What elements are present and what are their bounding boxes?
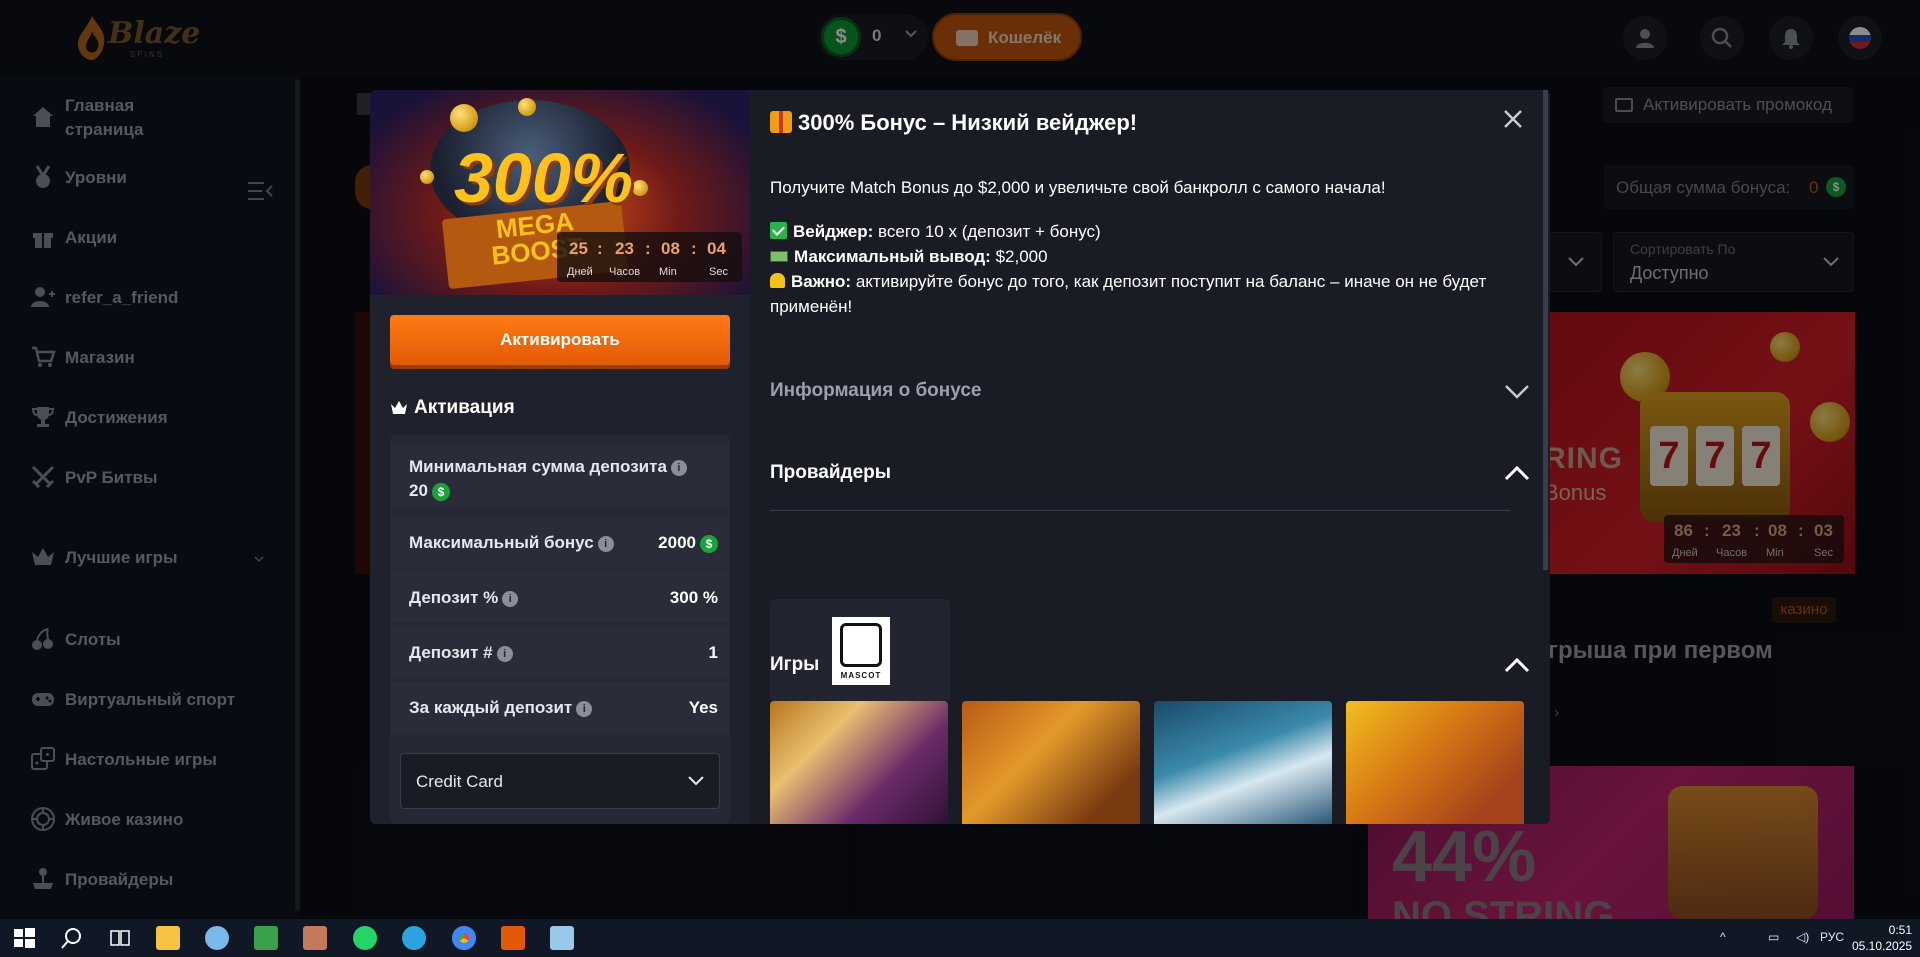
chrome-icon[interactable] [452, 926, 476, 950]
providers-accordion[interactable]: Провайдеры [770, 454, 1530, 494]
language-indicator[interactable]: РУС [1820, 930, 1844, 944]
timer-label: Дней [567, 266, 593, 278]
spreadsheet-icon[interactable] [254, 926, 278, 950]
accordion-label: Игры [770, 654, 820, 675]
wager-line: Вейджер: всего 10 x (депозит + бонус) [770, 222, 1101, 242]
app-icon[interactable] [205, 926, 229, 950]
windows-start-icon[interactable] [12, 926, 36, 950]
chevron-down-icon [688, 776, 704, 786]
activation-title: Активация [414, 397, 515, 418]
chevron-up-icon [1504, 465, 1530, 481]
timer-sep: : [691, 239, 697, 258]
divider [770, 510, 1510, 511]
bonus-description: Получите Match Bonus до $2,000 и увеличь… [770, 178, 1386, 197]
search-icon[interactable] [60, 926, 84, 950]
bonus-banner: 300% MEGA BOOST 25 : 23 : 08 : 04 Дней Ч… [370, 90, 750, 295]
row-value: 2000 $ [658, 533, 718, 553]
photo-app-icon[interactable] [303, 926, 327, 950]
info-icon[interactable]: i [576, 700, 593, 717]
row-label: Максимальный бонус i [409, 533, 614, 553]
gold-coin-icon [450, 104, 478, 132]
modal-right-panel: 300% Бонус – Низкий вейджер! Получите Ma… [750, 90, 1550, 824]
activation-details: Минимальная сумма депозита i 20 $ Максимал… [390, 435, 730, 824]
game-card[interactable] [770, 701, 948, 824]
deposit-number-row: Депозит # i 1 [390, 627, 730, 677]
row-value: 20 $ [409, 481, 450, 501]
each-deposit-row: За каждый депозит i Yes [390, 682, 730, 732]
chevron-down-icon [1505, 385, 1529, 399]
whatsapp-icon[interactable] [353, 926, 377, 950]
timer-minutes: 08 [661, 239, 680, 258]
bell-icon [770, 273, 785, 288]
dollar-coin-icon: $ [431, 482, 450, 501]
clock[interactable]: 0:51 05.10.2025 [1852, 922, 1912, 954]
row-label: За каждый депозит i [409, 698, 593, 718]
row-value: Yes [688, 698, 718, 717]
timer-label: Min [659, 266, 677, 278]
min-deposit-row: Минимальная сумма депозита i 20 $ [390, 445, 730, 507]
clock-date: 05.10.2025 [1852, 939, 1913, 953]
accordion-label: Провайдеры [770, 462, 892, 483]
timer-seconds: 04 [707, 239, 726, 258]
timer-sep: : [645, 239, 651, 258]
accordion-label: Информация о бонусе [770, 380, 982, 401]
bonus-countdown: 25 : 23 : 08 : 04 Дней Часов Min Sec [557, 232, 742, 282]
gold-coin-icon [420, 170, 434, 184]
chevron-up-icon [1504, 657, 1530, 673]
deposit-percent-row: Депозит % i 300 % [390, 572, 730, 622]
timer-hours: 23 [615, 239, 634, 258]
modal-scrollbar[interactable] [1543, 90, 1548, 570]
game-card[interactable] [1154, 701, 1332, 824]
info-icon[interactable]: i [496, 645, 513, 662]
blaze-app-icon[interactable] [501, 926, 525, 950]
app-icon[interactable] [550, 926, 574, 950]
gift-icon [770, 111, 792, 133]
row-value: 1 [708, 643, 718, 662]
games-accordion[interactable]: Игры [770, 646, 1530, 686]
bonus-info-accordion[interactable]: Информация о бонусе [770, 372, 1530, 412]
activate-bonus-button[interactable]: Активировать [390, 315, 730, 365]
modal-title: 300% Бонус – Низкий вейджер! [770, 110, 1137, 136]
telegram-icon[interactable] [402, 926, 426, 950]
check-icon [770, 222, 787, 239]
payment-method-value: Credit Card [416, 772, 503, 791]
row-label: Минимальная сумма депозита i [409, 457, 687, 477]
task-view-icon[interactable] [108, 926, 132, 950]
max-withdraw-line: Максимальный вывод: $2,000 [770, 247, 1048, 267]
game-card[interactable] [962, 701, 1140, 824]
gold-coin-icon [518, 98, 536, 116]
important-line-2: применён! [770, 297, 853, 316]
info-icon[interactable]: i [502, 590, 519, 607]
info-icon[interactable]: i [670, 459, 687, 476]
timer-sep: : [597, 239, 603, 258]
row-label: Депозит % i [409, 588, 519, 608]
windows-taskbar: ^ ▭ ◁) РУС 0:51 05.10.2025 [0, 919, 1920, 957]
info-icon[interactable]: i [597, 535, 614, 552]
row-value: 300 % [669, 588, 718, 607]
file-explorer-icon[interactable] [156, 926, 180, 950]
banner-percent: 300% [454, 139, 634, 217]
cash-icon [770, 251, 788, 262]
row-label: Депозит # i [409, 643, 513, 663]
timer-label: Часов [609, 266, 641, 278]
dollar-coin-icon: $ [700, 534, 718, 553]
bonus-modal: 300% MEGA BOOST 25 : 23 : 08 : 04 Дней Ч… [370, 90, 1550, 824]
important-line: Важно: активируйте бонус до того, как де… [770, 272, 1486, 292]
timer-days: 25 [569, 239, 588, 258]
payment-method-select[interactable]: Credit Card [400, 753, 720, 809]
clock-time: 0:51 [1888, 923, 1912, 937]
close-icon[interactable] [1498, 104, 1528, 134]
timer-label: Sec [709, 266, 728, 278]
modal-left-panel: 300% MEGA BOOST 25 : 23 : 08 : 04 Дней Ч… [370, 90, 750, 824]
network-icon[interactable]: ▭ [1768, 930, 1779, 944]
tray-chevron-icon[interactable]: ^ [1720, 930, 1726, 944]
max-bonus-row: Максимальный бонус i 2000 $ [390, 517, 730, 567]
game-card[interactable] [1346, 701, 1524, 824]
gold-coin-icon [632, 180, 648, 196]
volume-icon[interactable]: ◁) [1796, 930, 1809, 944]
crown-icon [391, 401, 407, 414]
